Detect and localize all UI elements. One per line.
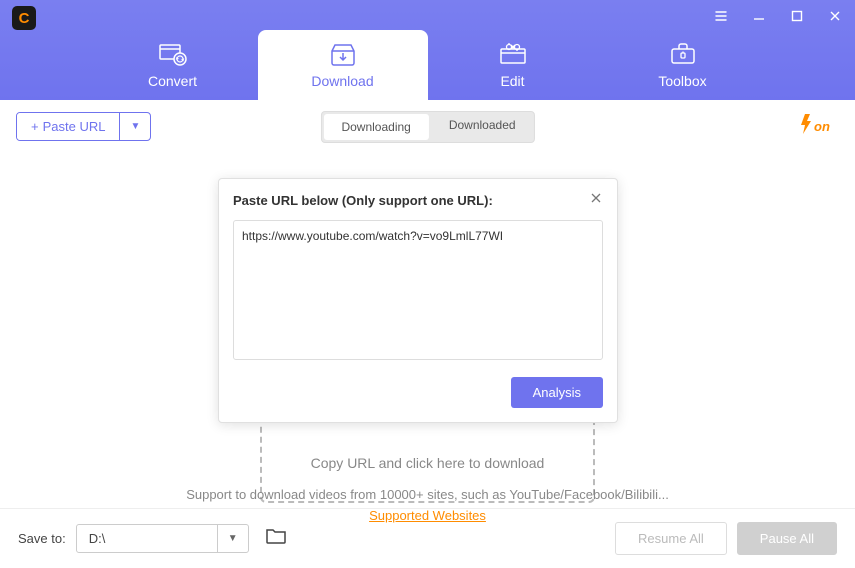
- modal-header: Paste URL below (Only support one URL):: [219, 179, 617, 220]
- convert-icon: [158, 41, 188, 67]
- download-icon: [328, 41, 358, 67]
- tab-edit-label: Edit: [500, 73, 524, 89]
- tab-convert-label: Convert: [148, 73, 197, 89]
- tab-convert[interactable]: Convert: [88, 30, 258, 100]
- tab-download[interactable]: Download: [258, 30, 428, 100]
- tab-edit[interactable]: Edit: [428, 30, 598, 100]
- footer: Save to: D:\ ▼ Resume All Pause All: [0, 508, 855, 568]
- plus-icon: +: [31, 119, 39, 134]
- drop-zone-hint: Copy URL and click here to download: [311, 455, 545, 471]
- paste-url-button[interactable]: + Paste URL: [17, 113, 119, 140]
- edit-icon: [498, 41, 528, 67]
- minimize-icon[interactable]: [749, 6, 769, 26]
- modal-close-icon[interactable]: [589, 191, 603, 210]
- close-icon[interactable]: [825, 6, 845, 26]
- menu-icon[interactable]: [711, 6, 731, 26]
- save-to-label: Save to:: [18, 531, 66, 546]
- paste-url-dropdown[interactable]: ▼: [119, 113, 150, 140]
- support-text: Support to download videos from 10000+ s…: [0, 487, 855, 502]
- pause-all-button[interactable]: Pause All: [737, 522, 837, 555]
- url-input[interactable]: [233, 220, 603, 360]
- maximize-icon[interactable]: [787, 6, 807, 26]
- save-path-select: D:\ ▼: [76, 524, 249, 553]
- paste-url-label: Paste URL: [43, 119, 106, 134]
- save-path-dropdown[interactable]: ▼: [217, 525, 248, 552]
- header: C Convert Download: [0, 0, 855, 100]
- paste-url-modal: Paste URL below (Only support one URL): …: [218, 178, 618, 423]
- paste-url-group: + Paste URL ▼: [16, 112, 151, 141]
- svg-text:on: on: [814, 119, 830, 134]
- window-controls: [711, 6, 845, 26]
- resume-all-button[interactable]: Resume All: [615, 522, 727, 555]
- analysis-button[interactable]: Analysis: [511, 377, 603, 408]
- seg-downloading[interactable]: Downloading: [323, 114, 428, 140]
- modal-footer: Analysis: [219, 377, 617, 422]
- tab-toolbox-label: Toolbox: [658, 73, 706, 89]
- toolbox-icon: [668, 41, 698, 67]
- accelerator-badge[interactable]: on: [799, 112, 833, 141]
- modal-title: Paste URL below (Only support one URL):: [233, 193, 493, 208]
- app-icon: C: [12, 6, 36, 30]
- tab-toolbox[interactable]: Toolbox: [598, 30, 768, 100]
- modal-body: [219, 220, 617, 377]
- tab-download-label: Download: [311, 73, 373, 89]
- seg-downloaded[interactable]: Downloaded: [431, 112, 534, 142]
- toolbar: + Paste URL ▼ Downloading Downloaded on: [0, 100, 855, 153]
- download-status-segment: Downloading Downloaded: [320, 111, 534, 143]
- save-path-value[interactable]: D:\: [77, 525, 217, 552]
- main-tabs: Convert Download Edit Toolbox: [0, 30, 855, 100]
- open-folder-icon[interactable]: [265, 527, 287, 550]
